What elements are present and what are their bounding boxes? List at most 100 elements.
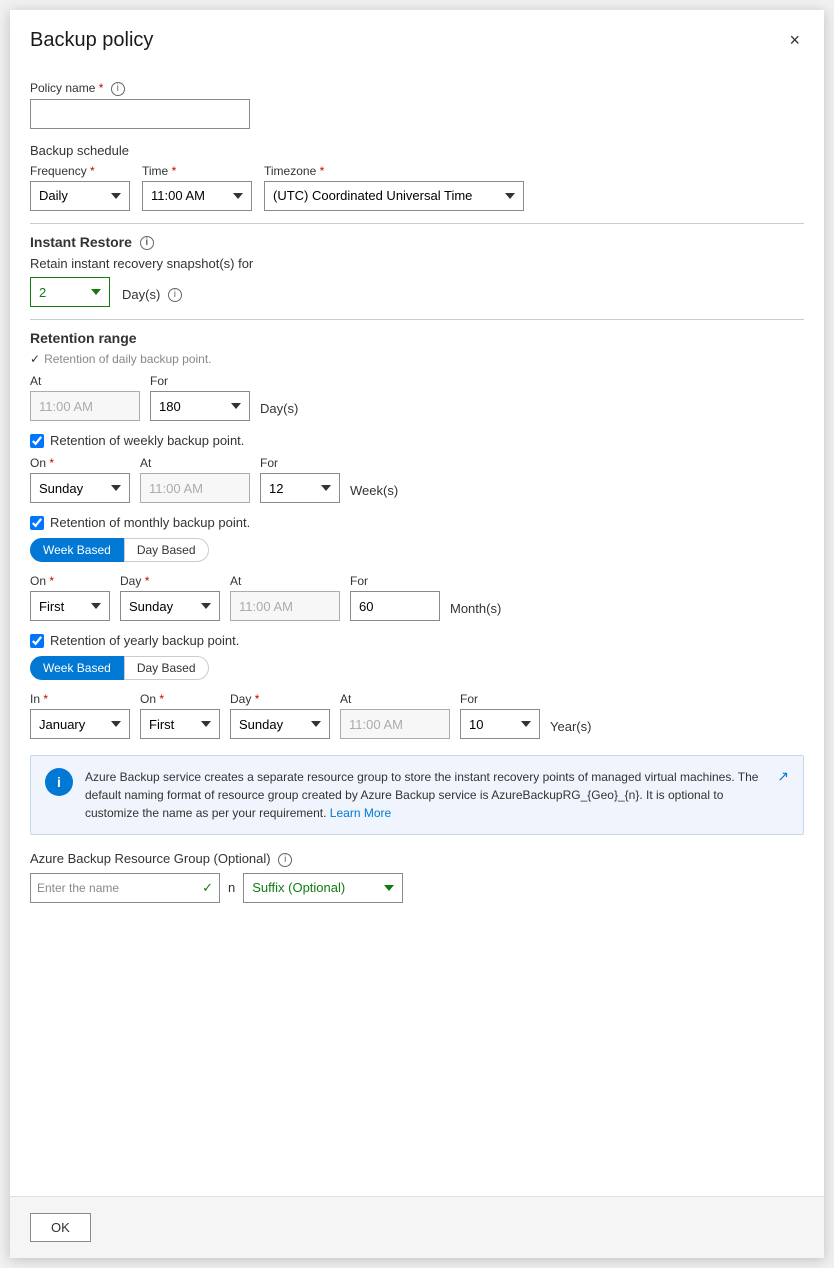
yearly-tab-group: Week Based Day Based [30,656,804,680]
frequency-select[interactable]: Daily [30,181,130,211]
monthly-for-label: For [350,574,440,588]
yearly-in-select[interactable]: JanuaryFebruaryMarchApril MayJuneJulyAug… [30,709,130,739]
yearly-tab-week[interactable]: Week Based [30,656,124,680]
weekly-at-select: 11:00 AM [140,473,250,503]
suffix-select[interactable]: Suffix (Optional) [243,873,403,903]
yearly-day-select[interactable]: SundayMondayTuesdayWednesday ThursdayFri… [230,709,330,739]
frequency-label: Frequency * [30,164,130,178]
yearly-unit-label: Year(s) [550,719,591,734]
required-star: * [99,81,104,95]
weekly-on-select[interactable]: Sunday Monday Tuesday Wednesday Thursday… [30,473,130,503]
yearly-at-field: At 11:00 AM [340,692,450,739]
snapshot-days-select[interactable]: 2 [30,277,110,307]
daily-at-label: At [30,374,140,388]
yearly-tab-day[interactable]: Day Based [124,656,209,680]
monthly-tab-day[interactable]: Day Based [124,538,209,562]
daily-retention-fixed-label: ✓ Retention of daily backup point. [30,352,804,366]
monthly-on-at-for-row: On * First Second Third Fourth Last Day … [30,574,804,621]
daily-for-field: For 180 [150,374,250,421]
monthly-tab-group: Week Based Day Based [30,538,804,562]
dialog-header: Backup policy × [10,10,824,65]
policy-name-label: Policy name * i [30,81,804,96]
monthly-tab-week[interactable]: Week Based [30,538,124,562]
spacer [30,915,804,945]
monthly-checkbox-row: Retention of monthly backup point. [30,515,804,530]
resource-group-name-field: Enter the name ✓ [30,873,220,903]
weekly-on-at-for-row: On * Sunday Monday Tuesday Wednesday Thu… [30,456,804,503]
ok-button[interactable]: OK [30,1213,91,1242]
yearly-on-label: On * [140,692,220,706]
time-select[interactable]: 11:00 AM [142,181,252,211]
monthly-at-field: At 11:00 AM [230,574,340,621]
resource-group-section: Azure Backup Resource Group (Optional) i… [30,851,804,903]
weekly-at-field: At 11:00 AM [140,456,250,503]
instant-restore-section: Instant Restore i Retain instant recover… [30,234,804,307]
weekly-for-field: For 12 [260,456,340,503]
snapshot-unit-label: Day(s) i [122,287,182,303]
yearly-checkbox-row: Retention of yearly backup point. [30,633,804,648]
monthly-checkbox[interactable] [30,516,44,530]
monthly-on-select[interactable]: First Second Third Fourth Last [30,591,110,621]
yearly-for-label: For [460,692,540,706]
retention-range-section: Retention range ✓ Retention of daily bac… [30,330,804,739]
backup-policy-dialog: Backup policy × Policy name * i Backup s… [10,10,824,1258]
daily-for-select[interactable]: 180 [150,391,250,421]
yearly-on-field: On * FirstSecondThirdFourthLast [140,692,220,739]
resource-group-label: Azure Backup Resource Group (Optional) [30,851,271,866]
yearly-at-select: 11:00 AM [340,709,450,739]
yearly-checkbox[interactable] [30,634,44,648]
divider-instant-restore [30,223,804,224]
monthly-at-select: 11:00 AM [230,591,340,621]
yearly-on-select[interactable]: FirstSecondThirdFourthLast [140,709,220,739]
monthly-checkbox-label: Retention of monthly backup point. [50,515,250,530]
monthly-at-label: At [230,574,340,588]
daily-at-field: At 11:00 AM [30,374,140,421]
policy-name-field: Policy name * i [30,81,804,129]
info-banner-external-link-icon[interactable]: ↗ [777,768,789,785]
weekly-for-label: For [260,456,340,470]
yearly-in-field: In * JanuaryFebruaryMarchApril MayJuneJu… [30,692,130,739]
daily-checkmark-icon: ✓ [30,352,40,366]
policy-name-info-icon[interactable]: i [111,82,125,96]
yearly-day-field: Day * SundayMondayTuesdayWednesday Thurs… [230,692,330,739]
weekly-unit-label: Week(s) [350,483,398,498]
yearly-in-label: In * [30,692,130,706]
weekly-checkbox[interactable] [30,434,44,448]
resource-group-label-row: Azure Backup Resource Group (Optional) i [30,851,804,867]
time-label: Time * [142,164,252,178]
timezone-label: Timezone * [264,164,524,178]
daily-at-select: 11:00 AM [30,391,140,421]
snapshot-row: 2 Day(s) i [30,277,804,307]
monthly-unit-label: Month(s) [450,601,501,616]
daily-at-for-row: At 11:00 AM For 180 Day(s) [30,374,804,421]
timezone-select[interactable]: (UTC) Coordinated Universal Time [264,181,524,211]
weekly-for-select[interactable]: 12 [260,473,340,503]
yearly-for-field: For 10 [460,692,540,739]
resource-group-info-icon[interactable]: i [278,853,292,867]
policy-name-input[interactable] [30,99,250,129]
dialog-body: Policy name * i Backup schedule Frequenc… [10,65,824,1196]
retention-range-title: Retention range [30,330,804,346]
weekly-on-label: On * [30,456,130,470]
separator-n: n [228,880,235,895]
daily-for-label: For [150,374,250,388]
time-field: Time * 11:00 AM [142,164,252,211]
snapshot-info-icon[interactable]: i [168,288,182,302]
monthly-day-select[interactable]: Sunday Monday Tuesday Wednesday Thursday… [120,591,220,621]
yearly-checkbox-label: Retention of yearly backup point. [50,633,239,648]
divider-retention [30,319,804,320]
weekly-checkbox-row: Retention of weekly backup point. [30,433,804,448]
learn-more-link[interactable]: Learn More [330,806,391,820]
yearly-on-at-for-row: In * JanuaryFebruaryMarchApril MayJuneJu… [30,692,804,739]
instant-restore-info-icon[interactable]: i [140,236,154,250]
resource-group-name-input-text: Enter the name [37,881,198,895]
close-button[interactable]: × [785,26,804,55]
frequency-field: Frequency * Daily [30,164,130,211]
monthly-day-label: Day * [120,574,220,588]
weekly-on-field: On * Sunday Monday Tuesday Wednesday Thu… [30,456,130,503]
monthly-on-label: On * [30,574,110,588]
monthly-for-input[interactable] [350,591,440,621]
monthly-day-field: Day * Sunday Monday Tuesday Wednesday Th… [120,574,220,621]
yearly-for-select[interactable]: 10 [460,709,540,739]
backup-schedule-row: Frequency * Daily Time * 11:00 AM Timezo [30,164,804,211]
